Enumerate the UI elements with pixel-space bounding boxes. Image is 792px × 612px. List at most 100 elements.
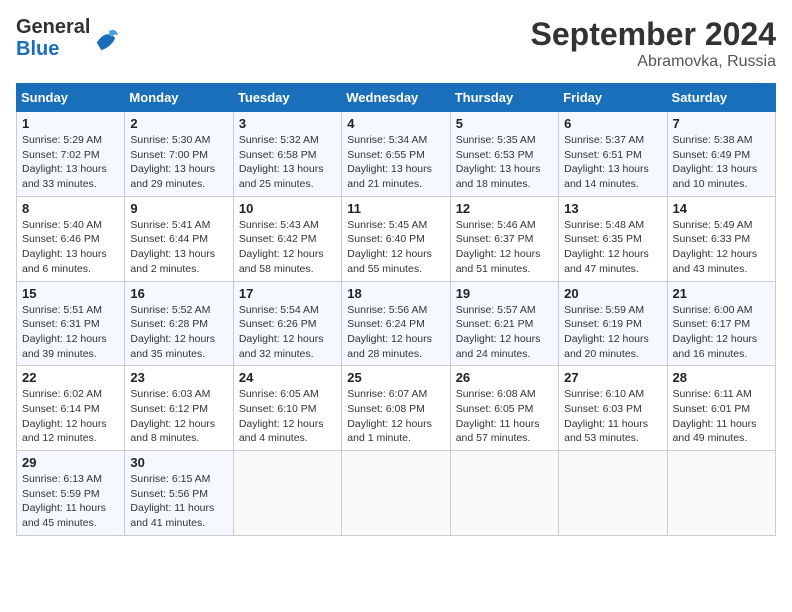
calendar-cell xyxy=(559,451,667,536)
calendar-cell: 2Sunrise: 5:30 AM Sunset: 7:00 PM Daylig… xyxy=(125,112,233,197)
day-number: 23 xyxy=(130,370,227,385)
calendar-cell xyxy=(342,451,450,536)
calendar-cell: 29 Sunrise: 6:13 AM Sunset: 5:59 PM Dayli… xyxy=(17,451,125,536)
day-number: 26 xyxy=(456,370,553,385)
day-number: 13 xyxy=(564,201,661,216)
day-info: Sunrise: 5:37 AM Sunset: 6:51 PM Dayligh… xyxy=(564,133,661,192)
calendar-body: 1Sunrise: 5:29 AM Sunset: 7:02 PM Daylig… xyxy=(17,112,776,536)
day-info: Sunrise: 6:07 AM Sunset: 6:08 PM Dayligh… xyxy=(347,387,444,446)
weekday-row: SundayMondayTuesdayWednesdayThursdayFrid… xyxy=(17,84,776,112)
day-info: Sunrise: 6:11 AM Sunset: 6:01 PM Dayligh… xyxy=(673,387,770,446)
weekday-header-friday: Friday xyxy=(559,84,667,112)
calendar-cell: 11 Sunrise: 5:45 AM Sunset: 6:40 PM Dayli… xyxy=(342,196,450,281)
calendar-cell xyxy=(450,451,558,536)
calendar-week-2: 8 Sunrise: 5:40 AM Sunset: 6:46 PM Daylig… xyxy=(17,196,776,281)
calendar-cell: 20Sunrise: 5:59 AM Sunset: 6:19 PM Dayli… xyxy=(559,281,667,366)
calendar-cell: 21 Sunrise: 6:00 AM Sunset: 6:17 PM Dayli… xyxy=(667,281,775,366)
day-info: Sunrise: 5:48 AM Sunset: 6:35 PM Dayligh… xyxy=(564,218,661,277)
calendar-cell: 9 Sunrise: 5:41 AM Sunset: 6:44 PM Daylig… xyxy=(125,196,233,281)
day-number: 15 xyxy=(22,286,119,301)
calendar-cell: 23 Sunrise: 6:03 AM Sunset: 6:12 PM Dayli… xyxy=(125,366,233,451)
day-info: Sunrise: 5:45 AM Sunset: 6:40 PM Dayligh… xyxy=(347,218,444,277)
calendar-cell: 1Sunrise: 5:29 AM Sunset: 7:02 PM Daylig… xyxy=(17,112,125,197)
day-number: 9 xyxy=(130,201,227,216)
month-title: September 2024 xyxy=(531,16,776,53)
calendar-cell: 12Sunrise: 5:46 AM Sunset: 6:37 PM Dayli… xyxy=(450,196,558,281)
day-number: 3 xyxy=(239,116,336,131)
day-info: Sunrise: 5:54 AM Sunset: 6:26 PM Dayligh… xyxy=(239,303,336,362)
day-number: 7 xyxy=(673,116,770,131)
day-info: Sunrise: 6:02 AM Sunset: 6:14 PM Dayligh… xyxy=(22,387,119,446)
day-number: 20 xyxy=(564,286,661,301)
calendar-week-4: 22 Sunrise: 6:02 AM Sunset: 6:14 PM Dayli… xyxy=(17,366,776,451)
day-number: 12 xyxy=(456,201,553,216)
calendar-header: SundayMondayTuesdayWednesdayThursdayFrid… xyxy=(17,84,776,112)
calendar-cell: 19 Sunrise: 5:57 AM Sunset: 6:21 PM Dayli… xyxy=(450,281,558,366)
day-number: 21 xyxy=(673,286,770,301)
calendar-week-5: 29 Sunrise: 6:13 AM Sunset: 5:59 PM Dayli… xyxy=(17,451,776,536)
day-number: 30 xyxy=(130,455,227,470)
day-info: Sunrise: 5:30 AM Sunset: 7:00 PM Dayligh… xyxy=(130,133,227,192)
day-info: Sunrise: 5:41 AM Sunset: 6:44 PM Dayligh… xyxy=(130,218,227,277)
day-info: Sunrise: 6:00 AM Sunset: 6:17 PM Dayligh… xyxy=(673,303,770,362)
day-number: 22 xyxy=(22,370,119,385)
day-info: Sunrise: 5:57 AM Sunset: 6:21 PM Dayligh… xyxy=(456,303,553,362)
day-number: 8 xyxy=(22,201,119,216)
day-number: 14 xyxy=(673,201,770,216)
day-info: Sunrise: 6:13 AM Sunset: 5:59 PM Dayligh… xyxy=(22,472,119,531)
calendar-cell: 25 Sunrise: 6:07 AM Sunset: 6:08 PM Dayli… xyxy=(342,366,450,451)
day-info: Sunrise: 6:08 AM Sunset: 6:05 PM Dayligh… xyxy=(456,387,553,446)
calendar-cell: 14Sunrise: 5:49 AM Sunset: 6:33 PM Dayli… xyxy=(667,196,775,281)
day-info: Sunrise: 6:10 AM Sunset: 6:03 PM Dayligh… xyxy=(564,387,661,446)
calendar-cell: 22 Sunrise: 6:02 AM Sunset: 6:14 PM Dayli… xyxy=(17,366,125,451)
calendar-cell: 24Sunrise: 6:05 AM Sunset: 6:10 PM Dayli… xyxy=(233,366,341,451)
day-info: Sunrise: 5:32 AM Sunset: 6:58 PM Dayligh… xyxy=(239,133,336,192)
day-info: Sunrise: 5:51 AM Sunset: 6:31 PM Dayligh… xyxy=(22,303,119,362)
calendar-cell xyxy=(667,451,775,536)
day-number: 1 xyxy=(22,116,119,131)
calendar-cell: 27Sunrise: 6:10 AM Sunset: 6:03 PM Dayli… xyxy=(559,366,667,451)
day-number: 19 xyxy=(456,286,553,301)
day-info: Sunrise: 5:38 AM Sunset: 6:49 PM Dayligh… xyxy=(673,133,770,192)
day-number: 25 xyxy=(347,370,444,385)
calendar-table: SundayMondayTuesdayWednesdayThursdayFrid… xyxy=(16,83,776,536)
day-number: 28 xyxy=(673,370,770,385)
weekday-header-saturday: Saturday xyxy=(667,84,775,112)
day-info: Sunrise: 6:03 AM Sunset: 6:12 PM Dayligh… xyxy=(130,387,227,446)
day-number: 10 xyxy=(239,201,336,216)
page-header: General Blue September 2024 Abramovka, R… xyxy=(16,16,776,71)
calendar-cell: 18 Sunrise: 5:56 AM Sunset: 6:24 PM Dayli… xyxy=(342,281,450,366)
day-info: Sunrise: 5:43 AM Sunset: 6:42 PM Dayligh… xyxy=(239,218,336,277)
calendar-cell: 26 Sunrise: 6:08 AM Sunset: 6:05 PM Dayli… xyxy=(450,366,558,451)
logo-general: General xyxy=(16,16,90,38)
day-info: Sunrise: 5:40 AM Sunset: 6:46 PM Dayligh… xyxy=(22,218,119,277)
weekday-header-monday: Monday xyxy=(125,84,233,112)
logo: General Blue xyxy=(16,16,120,60)
day-number: 17 xyxy=(239,286,336,301)
calendar-cell: 17 Sunrise: 5:54 AM Sunset: 6:26 PM Dayli… xyxy=(233,281,341,366)
day-number: 6 xyxy=(564,116,661,131)
calendar-cell: 16Sunrise: 5:52 AM Sunset: 6:28 PM Dayli… xyxy=(125,281,233,366)
day-info: Sunrise: 6:15 AM Sunset: 5:56 PM Dayligh… xyxy=(130,472,227,531)
calendar-cell: 7 Sunrise: 5:38 AM Sunset: 6:49 PM Daylig… xyxy=(667,112,775,197)
day-number: 4 xyxy=(347,116,444,131)
title-block: September 2024 Abramovka, Russia xyxy=(531,16,776,71)
day-number: 29 xyxy=(22,455,119,470)
day-number: 18 xyxy=(347,286,444,301)
location-title: Abramovka, Russia xyxy=(531,53,776,71)
weekday-header-wednesday: Wednesday xyxy=(342,84,450,112)
day-info: Sunrise: 5:52 AM Sunset: 6:28 PM Dayligh… xyxy=(130,303,227,362)
calendar-cell: 4Sunrise: 5:34 AM Sunset: 6:55 PM Daylig… xyxy=(342,112,450,197)
day-info: Sunrise: 5:35 AM Sunset: 6:53 PM Dayligh… xyxy=(456,133,553,192)
calendar-cell: 6 Sunrise: 5:37 AM Sunset: 6:51 PM Daylig… xyxy=(559,112,667,197)
calendar-cell: 28 Sunrise: 6:11 AM Sunset: 6:01 PM Dayli… xyxy=(667,366,775,451)
day-number: 11 xyxy=(347,201,444,216)
day-number: 5 xyxy=(456,116,553,131)
calendar-cell: 8 Sunrise: 5:40 AM Sunset: 6:46 PM Daylig… xyxy=(17,196,125,281)
day-number: 24 xyxy=(239,370,336,385)
calendar-week-1: 1Sunrise: 5:29 AM Sunset: 7:02 PM Daylig… xyxy=(17,112,776,197)
logo-text: General Blue xyxy=(16,16,90,60)
calendar-cell: 15 Sunrise: 5:51 AM Sunset: 6:31 PM Dayli… xyxy=(17,281,125,366)
day-info: Sunrise: 5:56 AM Sunset: 6:24 PM Dayligh… xyxy=(347,303,444,362)
logo-blue: Blue xyxy=(16,38,59,60)
